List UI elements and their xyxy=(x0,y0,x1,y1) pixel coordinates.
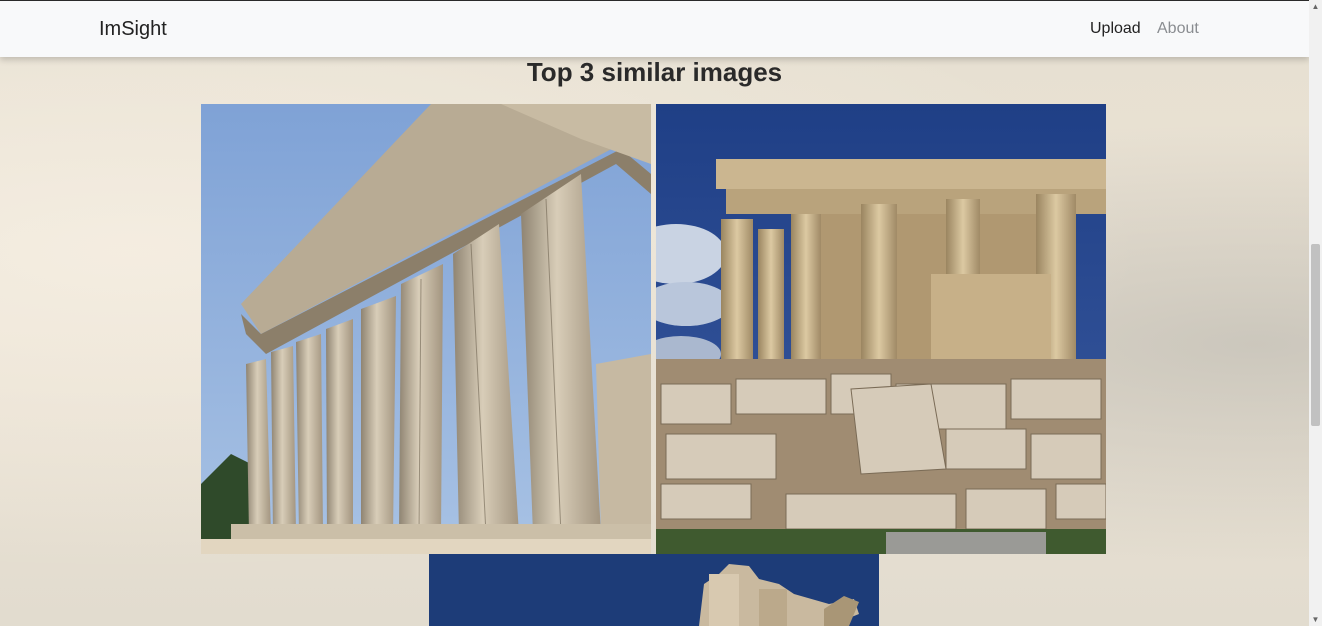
nav-upload-link[interactable]: Upload xyxy=(1090,20,1141,38)
scroll-up-arrow-icon[interactable]: ▲ xyxy=(1309,0,1322,13)
brand-logo[interactable]: ImSight xyxy=(99,18,167,41)
page-title: Top 3 similar images xyxy=(526,57,783,87)
navbar: ImSight Upload About xyxy=(0,1,1309,57)
nav-about-link[interactable]: About xyxy=(1157,20,1199,38)
result-image-2[interactable] xyxy=(656,104,1106,554)
vertical-scrollbar[interactable]: ▲ ▼ xyxy=(1309,0,1322,626)
result-image-3[interactable] xyxy=(429,554,879,626)
scroll-down-arrow-icon[interactable]: ▼ xyxy=(1309,613,1322,626)
result-image-1[interactable] xyxy=(201,104,651,554)
scroll-thumb[interactable] xyxy=(1311,244,1320,426)
